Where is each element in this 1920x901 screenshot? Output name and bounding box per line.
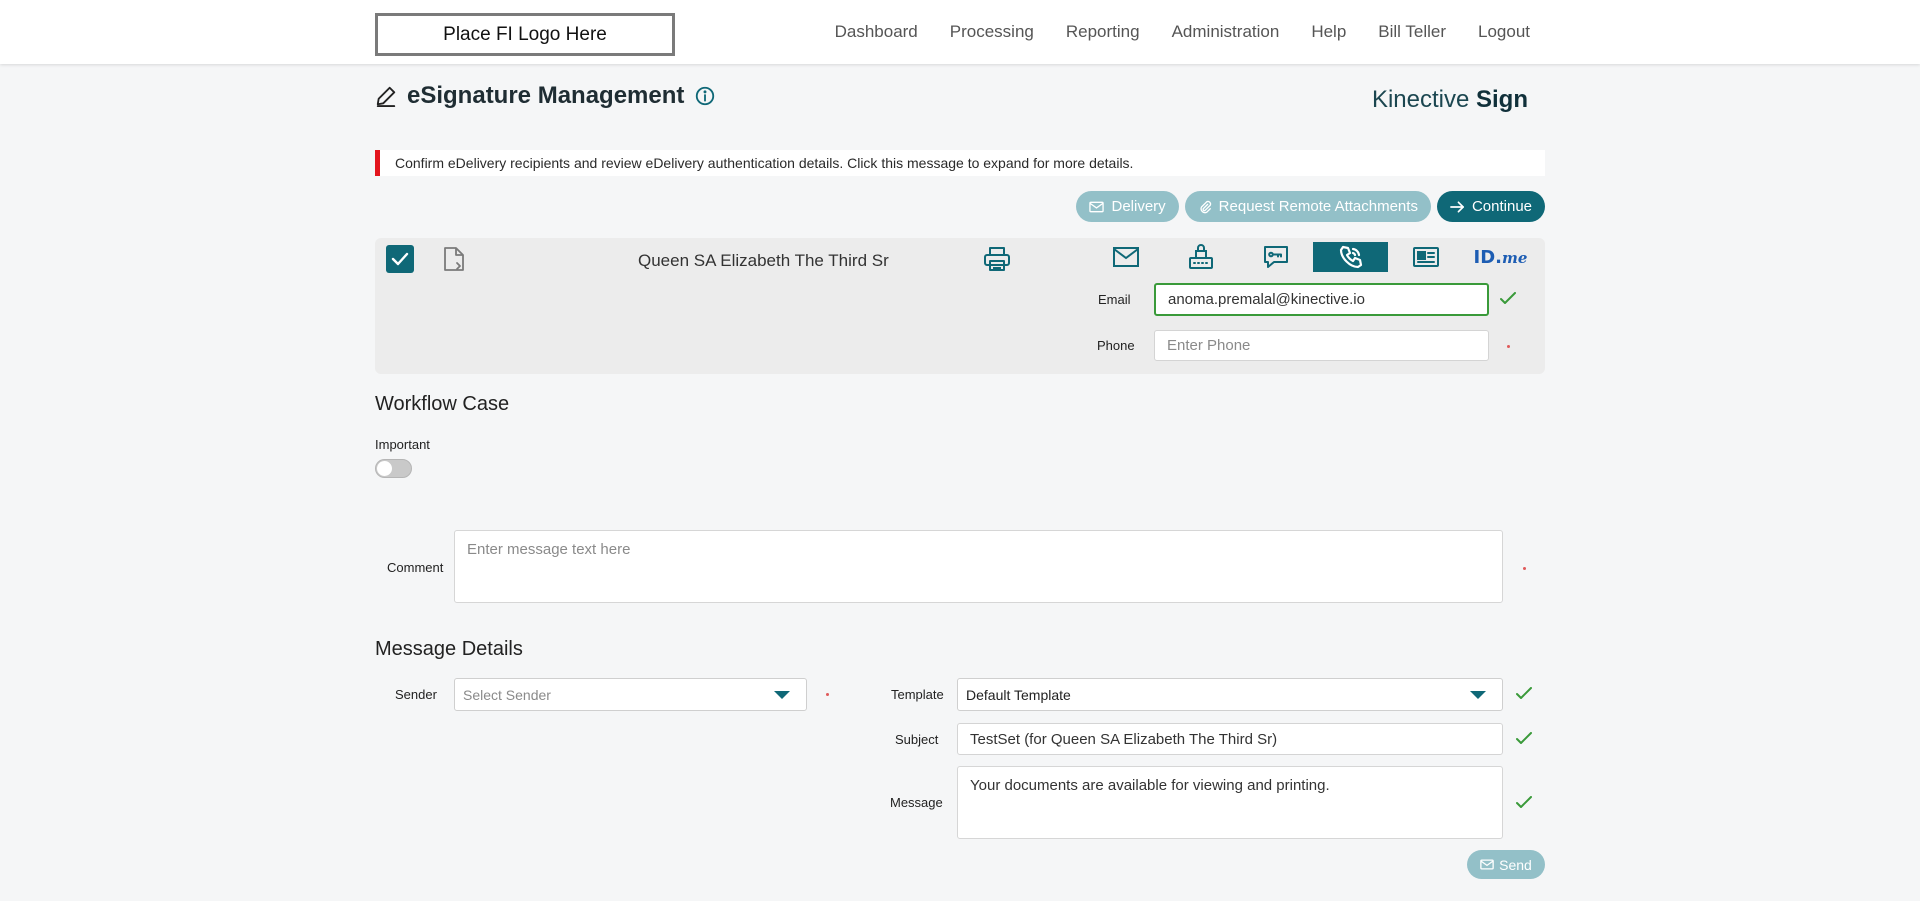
recipient-name: Queen SA Elizabeth The Third Sr: [638, 251, 889, 270]
envelope-icon: [1480, 859, 1494, 870]
alert-message[interactable]: Confirm eDelivery recipients and review …: [375, 150, 1545, 176]
nav-user[interactable]: Bill Teller: [1378, 22, 1446, 42]
continue-button[interactable]: Continue: [1436, 191, 1545, 222]
method-idme[interactable]: ID.me: [1463, 242, 1538, 272]
chevron-down-icon: [774, 690, 790, 699]
page-title: eSignature Management: [407, 82, 685, 109]
top-bar: Place FI Logo Here Dashboard Processing …: [0, 0, 1920, 64]
nav-processing[interactable]: Processing: [950, 22, 1034, 42]
info-icon[interactable]: [694, 85, 716, 107]
id-card-icon: [1412, 247, 1439, 267]
recipient-checkbox[interactable]: [386, 245, 414, 273]
paperclip-icon: [1200, 200, 1211, 213]
email-input[interactable]: anoma.premalal@kinective.io: [1154, 283, 1489, 316]
nav-help[interactable]: Help: [1311, 22, 1346, 42]
send-button[interactable]: Send: [1467, 850, 1545, 879]
required-indicator: [1507, 345, 1510, 348]
phone-label: Phone: [1097, 338, 1135, 353]
email-icon: [1112, 247, 1139, 267]
nav-administration[interactable]: Administration: [1172, 22, 1280, 42]
email-label: Email: [1098, 292, 1131, 307]
action-buttons: Delivery Request Remote Attachments Cont…: [1076, 191, 1545, 222]
valid-check-icon: [1516, 687, 1532, 699]
phone-icon: [1339, 245, 1362, 269]
comment-input[interactable]: Enter message text here: [454, 530, 1503, 603]
valid-check-icon: [1500, 292, 1516, 304]
required-indicator: [826, 693, 829, 696]
method-id-card[interactable]: [1388, 242, 1463, 272]
message-label: Message: [890, 795, 943, 810]
method-fax[interactable]: [1163, 242, 1238, 272]
template-label: Template: [891, 687, 944, 702]
sms-icon: [1263, 246, 1288, 268]
fax-icon: [1188, 244, 1213, 269]
subject-label: Subject: [895, 732, 939, 747]
workflow-case-heading: Workflow Case: [375, 393, 510, 415]
printer-icon[interactable]: [983, 246, 1011, 272]
phone-input[interactable]: Enter Phone: [1154, 330, 1489, 361]
important-label: Important: [375, 437, 430, 452]
document-icon[interactable]: [443, 246, 465, 272]
chevron-down-icon: [1470, 690, 1486, 699]
idme-logo: ID.me: [1473, 246, 1528, 268]
message-details-heading: Message Details: [375, 638, 523, 660]
fi-logo-placeholder[interactable]: Place FI Logo Here: [375, 13, 675, 56]
nav-logout[interactable]: Logout: [1478, 22, 1530, 42]
method-sms[interactable]: [1238, 242, 1313, 272]
method-phone[interactable]: [1313, 242, 1388, 272]
kinective-sign-logo: Kinective Sign: [1371, 86, 1528, 113]
delivery-method-tabs: ID.me: [1088, 242, 1538, 272]
subject-input[interactable]: TestSet (for Queen SA Elizabeth The Thir…: [957, 723, 1503, 755]
valid-check-icon: [1516, 796, 1532, 808]
comment-label: Comment: [387, 560, 444, 575]
template-select[interactable]: Default Template: [957, 678, 1503, 711]
message-input[interactable]: Your documents are available for viewing…: [957, 766, 1503, 839]
nav-reporting[interactable]: Reporting: [1066, 22, 1140, 42]
sender-select[interactable]: Select Sender: [454, 678, 807, 711]
pen-icon: [376, 86, 396, 107]
request-attachments-button[interactable]: Request Remote Attachments: [1184, 191, 1431, 222]
required-indicator: [1523, 567, 1526, 570]
checkmark-icon: [391, 252, 409, 266]
sender-label: Sender: [395, 687, 437, 702]
main-nav: Dashboard Processing Reporting Administr…: [803, 0, 1530, 64]
delivery-button[interactable]: Delivery: [1076, 191, 1179, 222]
important-toggle[interactable]: [375, 459, 412, 478]
method-email[interactable]: [1088, 242, 1163, 272]
arrow-right-icon: [1450, 200, 1464, 213]
envelope-icon: [1089, 201, 1105, 212]
nav-dashboard[interactable]: Dashboard: [835, 22, 918, 42]
recipient-row: Queen SA Elizabeth The Third Sr ID.me Em…: [375, 238, 1545, 374]
page-title-row: eSignature Management: [375, 82, 716, 110]
valid-check-icon: [1516, 732, 1532, 744]
